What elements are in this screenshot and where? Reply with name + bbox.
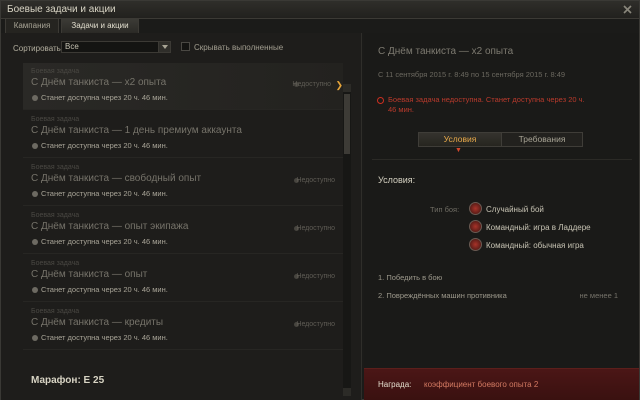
quest-name: С Днём танкиста — x2 опыта (31, 77, 167, 88)
tab-campaign[interactable]: Кампания (5, 18, 59, 33)
sort-select[interactable]: Все (61, 41, 171, 53)
chevron-down-icon[interactable] (158, 42, 170, 52)
tab-quests[interactable]: Задачи и акции (61, 18, 139, 33)
hide-completed-label: Скрывать выполненные (194, 43, 284, 52)
tab-requirements[interactable]: Требования (501, 133, 582, 146)
quest-item[interactable]: Боевая задача С Днём танкиста — x2 опыта… (23, 63, 343, 110)
active-tab-marker-icon: ▼ (455, 147, 462, 154)
battle-type-label: Тип боя: (430, 205, 460, 214)
quest-availability: Станет доступна через 20 ч. 46 мин. (41, 285, 168, 294)
task-text: 1. Победить в бою (378, 273, 443, 282)
details-warning: Боевая задача недоступна. Станет доступн… (388, 95, 585, 114)
lock-icon (32, 191, 38, 197)
quest-name: С Днём танкиста — опыт экипажа (31, 221, 189, 232)
quest-list: Боевая задача С Днём танкиста — x2 опыта… (23, 63, 353, 373)
lock-icon (32, 239, 38, 245)
details-tab-bar: Условия Требования (418, 132, 583, 147)
quest-item[interactable]: Боевая задача С Днём танкиста — опыт эки… (23, 207, 343, 254)
chevron-right-icon: ❯ (335, 80, 343, 90)
quest-item[interactable]: Боевая задача С Днём танкиста — 1 день п… (23, 111, 343, 158)
battle-type-label-text: Командный: обычная игра (486, 241, 584, 250)
lock-icon (32, 95, 38, 101)
sort-label: Сортировать: (13, 44, 64, 53)
quest-category: Боевая задача (31, 68, 80, 75)
quest-item[interactable]: Боевая задача С Днём танкиста — опыт Ста… (23, 255, 343, 302)
battle-type-icon (469, 220, 482, 233)
quests-window: Боевые задачи и акции Кампания Задачи и … (0, 0, 640, 400)
window-title: Боевые задачи и акции (7, 4, 116, 15)
divider (372, 159, 632, 160)
quest-item[interactable]: Боевая задача С Днём танкиста — кредиты … (23, 303, 343, 350)
quest-list-scrollbar[interactable] (343, 84, 351, 396)
quest-details-panel: С Днём танкиста — x2 опыта С 11 сентября… (364, 33, 639, 400)
quest-status: Недоступно (296, 225, 335, 232)
battle-type-icon (469, 238, 482, 251)
quest-availability: Станет доступна через 20 ч. 46 мин. (41, 141, 168, 150)
quest-category: Боевая задача (31, 116, 80, 123)
quest-availability: Станет доступна через 20 ч. 46 мин. (41, 189, 168, 198)
title-bar: Боевые задачи и акции (1, 1, 639, 19)
quest-status: Недоступно (296, 177, 335, 184)
quest-name: С Днём танкиста — опыт (31, 269, 148, 280)
quest-availability: Станет доступна через 20 ч. 46 мин. (41, 93, 168, 102)
quest-availability: Станет доступна через 20 ч. 46 мин. (41, 237, 168, 246)
scroll-down-icon[interactable] (343, 388, 351, 396)
quest-status: Недоступно (292, 81, 331, 88)
marathon-label[interactable]: Марафон: Е 25 (31, 375, 104, 386)
quest-list-panel: Сортировать: Все Скрывать выполненные Бо… (1, 33, 362, 400)
quest-category: Боевая задача (31, 260, 80, 267)
quest-availability: Станет доступна через 20 ч. 46 мин. (41, 333, 168, 342)
quest-category: Боевая задача (31, 308, 80, 315)
quest-category: Боевая задача (31, 212, 80, 219)
reward-value: коэффициент боевого опыта 2 (424, 380, 539, 389)
hide-completed-checkbox[interactable] (181, 42, 190, 51)
battle-type-label-text: Командный: игра в Ладдере (486, 223, 591, 232)
battle-type-label-text: Случайный бой (486, 205, 544, 214)
tab-conditions[interactable]: Условия (419, 133, 501, 146)
details-dates: С 11 сентября 2015 г. 8:49 по 15 сентябр… (378, 70, 566, 79)
quest-status: Недоступно (296, 273, 335, 280)
task-row: 1. Победить в бою (378, 273, 628, 282)
scroll-thumb[interactable] (344, 94, 350, 154)
lock-icon (32, 143, 38, 149)
task-extra: не менее 1 (579, 291, 618, 300)
quest-name: С Днём танкиста — кредиты (31, 317, 164, 328)
warning-icon (377, 97, 384, 104)
reward-label: Награда: (378, 380, 412, 389)
quest-category: Боевая задача (31, 164, 80, 171)
task-text: 2. Повреждённых машин противника (378, 291, 507, 300)
scroll-up-icon[interactable] (343, 84, 351, 92)
reward-bar: Награда: коэффициент боевого опыта 2 (364, 368, 639, 400)
sort-select-value: Все (65, 42, 79, 51)
battle-type-icon (469, 202, 482, 215)
details-title: С Днём танкиста — x2 опыта (378, 46, 514, 57)
quest-name: С Днём танкиста — 1 день премиум аккаунт… (31, 125, 242, 136)
task-row: 2. Повреждённых машин противника не мене… (378, 291, 628, 300)
close-icon[interactable] (622, 4, 633, 15)
quest-name: С Днём танкиста — свободный опыт (31, 173, 202, 184)
quest-item[interactable]: Боевая задача С Днём танкиста — свободны… (23, 159, 343, 206)
quest-status: Недоступно (296, 321, 335, 328)
lock-icon (32, 335, 38, 341)
lock-icon (32, 287, 38, 293)
conditions-title: Условия: (378, 175, 416, 185)
